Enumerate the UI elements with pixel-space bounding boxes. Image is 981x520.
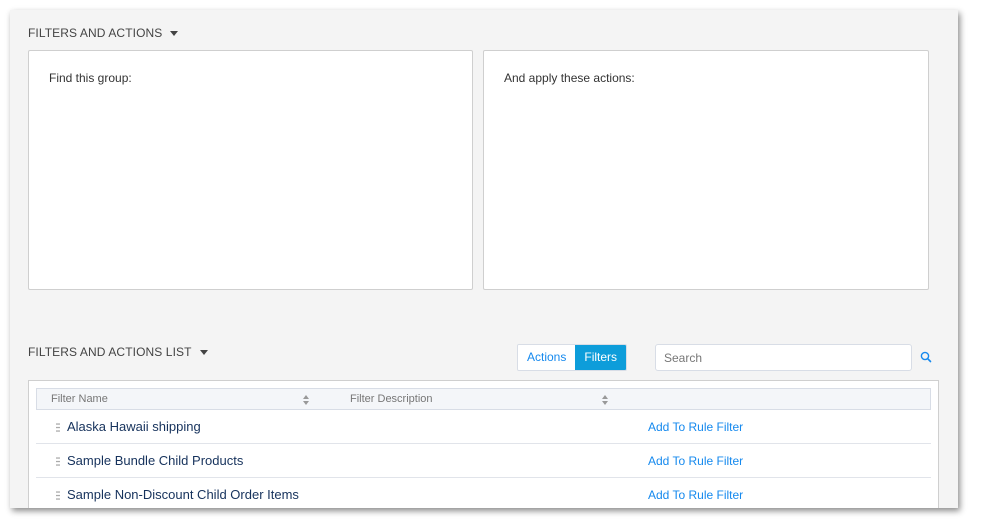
filters-and-actions-header[interactable]: FILTERS AND ACTIONS <box>28 26 179 40</box>
find-group-panel[interactable]: Find this group: <box>28 50 473 290</box>
sort-icon[interactable] <box>302 394 310 406</box>
column-header-filter-description[interactable]: Filter Description <box>350 393 433 405</box>
add-to-rule-filter-link[interactable]: Add To Rule Filter <box>648 454 743 468</box>
add-to-rule-filter-link[interactable]: Add To Rule Filter <box>648 420 743 434</box>
table-row: Sample Non-Discount Child Order Items Ad… <box>36 478 931 508</box>
filters-and-actions-list-header[interactable]: FILTERS AND ACTIONS LIST <box>28 345 208 359</box>
table-row: Alaska Hawaii shipping Add To Rule Filte… <box>36 410 931 444</box>
caret-down-icon[interactable] <box>199 349 208 355</box>
table-header: Filter Name Filter Description <box>36 388 931 410</box>
filter-name: Sample Non-Discount Child Order Items <box>67 487 299 502</box>
caret-down-icon[interactable] <box>170 30 179 36</box>
column-header-filter-name[interactable]: Filter Name <box>51 393 108 405</box>
find-group-label: Find this group: <box>49 71 132 85</box>
section-title: FILTERS AND ACTIONS LIST <box>28 345 192 359</box>
filter-name: Alaska Hawaii shipping <box>67 419 201 434</box>
filters-table: Filter Name Filter Description Alaska Ha… <box>28 380 939 508</box>
search-icon[interactable] <box>919 350 933 364</box>
drag-handle-icon[interactable] <box>56 423 60 432</box>
table-row: Sample Bundle Child Products Add To Rule… <box>36 444 931 478</box>
drag-handle-icon[interactable] <box>56 457 60 466</box>
apply-actions-label: And apply these actions: <box>504 71 635 85</box>
apply-actions-panel[interactable]: And apply these actions: <box>483 50 929 290</box>
drag-handle-icon[interactable] <box>56 491 60 500</box>
filters-toggle-button[interactable]: Filters <box>575 345 627 370</box>
add-to-rule-filter-link[interactable]: Add To Rule Filter <box>648 488 743 502</box>
actions-toggle-button[interactable]: Actions <box>518 345 576 370</box>
filter-name: Sample Bundle Child Products <box>67 453 244 468</box>
page-panel: FILTERS AND ACTIONS Find this group: And… <box>10 10 958 508</box>
section-title: FILTERS AND ACTIONS <box>28 26 163 40</box>
search-input[interactable] <box>655 344 912 371</box>
sort-icon[interactable] <box>601 394 609 406</box>
actions-filters-toggle: Actions Filters <box>517 344 628 371</box>
